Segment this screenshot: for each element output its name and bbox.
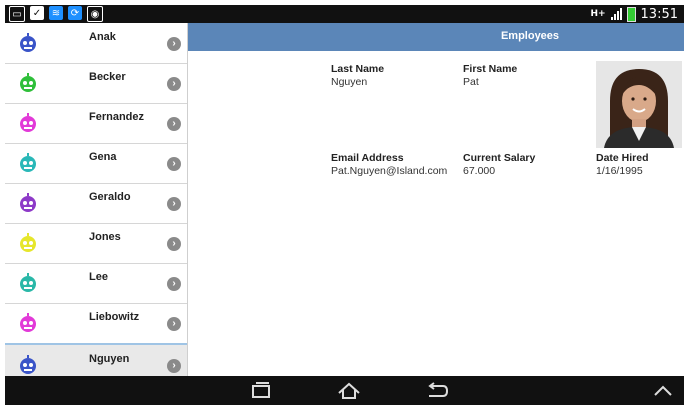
email-label: Email Address bbox=[331, 152, 404, 164]
network-type: H+ bbox=[590, 9, 606, 19]
robot-avatar-icon bbox=[20, 313, 36, 332]
robot-avatar-icon bbox=[20, 193, 36, 212]
email-field: Email Address Pat.Nguyen@Island.com bbox=[331, 152, 447, 177]
gallery-icon: ▭ bbox=[9, 6, 25, 22]
chevron-right-icon[interactable]: › bbox=[167, 77, 181, 91]
chevron-right-icon[interactable]: › bbox=[167, 277, 181, 291]
employee-name: Lee bbox=[89, 271, 108, 283]
battery-icon bbox=[626, 6, 636, 22]
salary-field: Current Salary 67.000 bbox=[463, 152, 535, 177]
list-item[interactable]: Becker › bbox=[5, 63, 187, 104]
employee-name: Jones bbox=[89, 231, 121, 243]
employee-name: Nguyen bbox=[89, 353, 130, 365]
last-name-value: Nguyen bbox=[331, 76, 368, 88]
date-hired-label: Date Hired bbox=[596, 152, 649, 164]
list-item-selected[interactable]: Nguyen › bbox=[5, 343, 187, 376]
list-item[interactable]: Jones › bbox=[5, 223, 187, 264]
check-icon: ✓ bbox=[30, 6, 44, 20]
back-button[interactable] bbox=[425, 381, 449, 401]
employee-name: Fernandez bbox=[89, 111, 145, 123]
salary-label: Current Salary bbox=[463, 152, 536, 164]
camera-icon: ◉ bbox=[87, 6, 103, 22]
list-item[interactable]: Liebowitz › bbox=[5, 303, 187, 344]
date-hired-value: 1/16/1995 bbox=[596, 165, 643, 177]
chevron-right-icon[interactable]: › bbox=[167, 157, 181, 171]
clock: 13:51 bbox=[640, 6, 678, 22]
employee-name: Gena bbox=[89, 151, 117, 163]
employee-name: Becker bbox=[89, 71, 126, 83]
home-icon bbox=[338, 382, 360, 399]
sync-icon: ⟳ bbox=[68, 6, 82, 20]
recent-apps-button[interactable] bbox=[249, 381, 273, 401]
employee-list: Anak › Becker › Fernandez › Gena › Geral… bbox=[5, 23, 188, 376]
list-item[interactable]: Geraldo › bbox=[5, 183, 187, 224]
home-button[interactable] bbox=[336, 381, 362, 401]
chevron-right-icon[interactable]: › bbox=[167, 237, 181, 251]
first-name-field: First Name Pat bbox=[463, 63, 517, 88]
robot-avatar-icon bbox=[20, 355, 36, 374]
first-name-label: First Name bbox=[463, 63, 518, 75]
list-item[interactable]: Anak › bbox=[5, 23, 187, 64]
chevron-up-icon bbox=[654, 385, 672, 396]
last-name-field: Last Name Nguyen bbox=[331, 63, 384, 88]
list-item[interactable]: Lee › bbox=[5, 263, 187, 304]
chevron-right-icon[interactable]: › bbox=[167, 317, 181, 331]
back-icon bbox=[428, 382, 449, 397]
chevron-right-icon[interactable]: › bbox=[167, 197, 181, 211]
robot-avatar-icon bbox=[20, 73, 36, 92]
salary-value: 67.000 bbox=[463, 165, 496, 177]
last-name-label: Last Name bbox=[331, 63, 385, 75]
recent-apps-icon bbox=[252, 382, 270, 398]
first-name-value: Pat bbox=[463, 76, 479, 88]
chevron-right-icon[interactable]: › bbox=[167, 37, 181, 51]
employee-photo bbox=[596, 61, 682, 148]
signal-icon bbox=[610, 8, 622, 20]
email-value: Pat.Nguyen@Island.com bbox=[331, 165, 448, 177]
robot-avatar-icon bbox=[20, 233, 36, 252]
chevron-right-icon[interactable]: › bbox=[167, 117, 181, 131]
date-hired-field: Date Hired 1/16/1995 bbox=[596, 152, 649, 177]
wifi-icon: ≋ bbox=[49, 6, 63, 20]
list-item[interactable]: Fernandez › bbox=[5, 103, 187, 144]
status-bar: ▭ ✓ ≋ ⟳ ◉ H+ 13:51 bbox=[5, 5, 684, 23]
employee-name: Anak bbox=[89, 31, 116, 43]
page-title: Employees bbox=[500, 30, 560, 42]
chevron-right-icon[interactable]: › bbox=[167, 359, 181, 373]
robot-avatar-icon bbox=[20, 273, 36, 292]
list-item[interactable]: Gena › bbox=[5, 143, 187, 184]
robot-avatar-icon bbox=[20, 153, 36, 172]
robot-avatar-icon bbox=[20, 113, 36, 132]
notification-icons: ▭ ✓ ≋ ⟳ ◉ bbox=[9, 6, 103, 22]
employee-name: Geraldo bbox=[89, 191, 131, 203]
navigation-bar bbox=[5, 376, 684, 405]
robot-avatar-icon bbox=[20, 33, 36, 52]
employee-name: Liebowitz bbox=[89, 311, 140, 323]
collapse-button[interactable] bbox=[651, 381, 675, 401]
